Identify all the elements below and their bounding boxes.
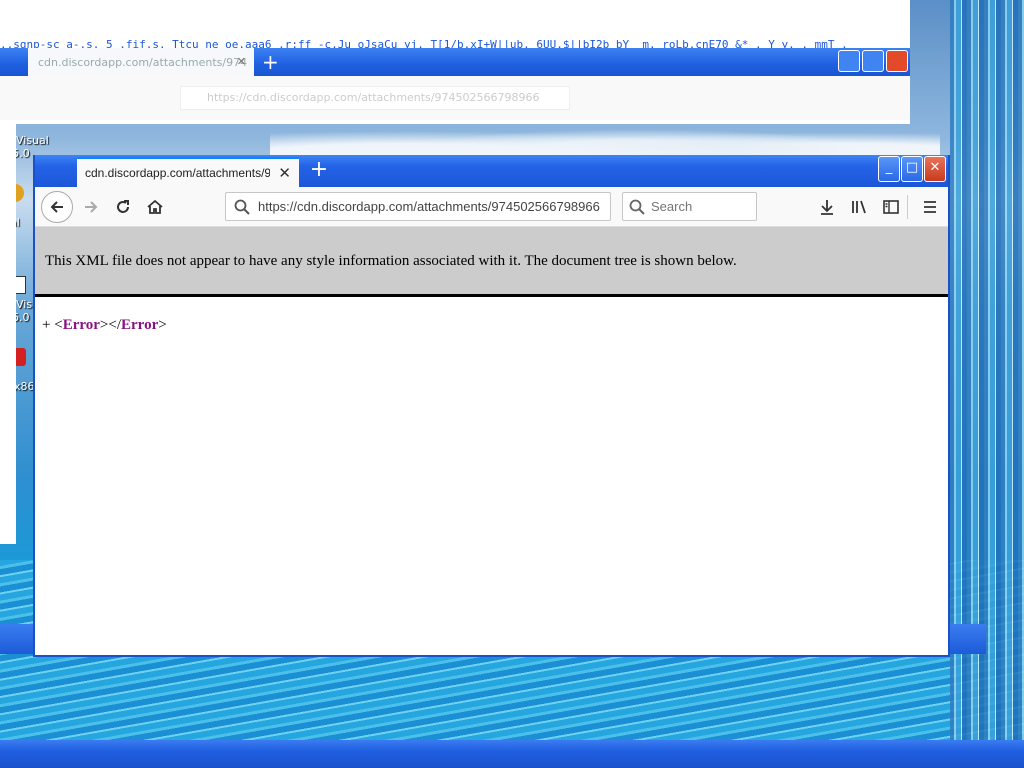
arrow-left-icon: [50, 201, 63, 213]
tab-active[interactable]: cdn.discordapp.com/attachments/9745 ✕: [77, 157, 299, 187]
background-minimize-button[interactable]: [838, 50, 860, 72]
new-tab-button[interactable]: +: [307, 158, 331, 184]
library-button[interactable]: [847, 195, 871, 219]
xml-tag-name: Error: [62, 317, 100, 333]
window-titlebar[interactable]: cdn.discordapp.com/attachments/9745 ✕ + …: [35, 155, 948, 187]
xml-toggle-button[interactable]: +: [42, 317, 50, 333]
search-icon: [234, 199, 250, 215]
home-icon: [147, 199, 163, 214]
search-input[interactable]: [651, 199, 751, 214]
background-maximize-button[interactable]: [862, 50, 884, 72]
close-window-button[interactable]: ✕: [924, 156, 946, 182]
xml-style-notice: This XML file does not appear to have an…: [35, 227, 948, 297]
library-icon: [852, 200, 866, 214]
background-close-button[interactable]: [886, 50, 908, 72]
desktop-icon-label[interactable]: Visual: [16, 134, 49, 147]
reload-button[interactable]: [107, 191, 139, 223]
xml-close-tag-name: Error: [121, 317, 159, 333]
xml-close-end: >: [158, 317, 167, 333]
browser-window: cdn.discordapp.com/attachments/9745 ✕ + …: [33, 155, 950, 657]
toolbar-divider: [907, 195, 908, 219]
window-controls: _ □ ✕: [878, 156, 946, 182]
close-icon[interactable]: ✕: [237, 55, 246, 68]
downloads-button[interactable]: [815, 195, 839, 219]
taskbar[interactable]: [0, 740, 1024, 768]
download-icon: [821, 200, 833, 215]
tab-title: cdn.discordapp.com/attachments/9745: [85, 166, 271, 180]
sidebar-button[interactable]: [879, 195, 903, 219]
reload-icon: [117, 200, 129, 213]
background-new-tab-button[interactable]: +: [262, 50, 279, 74]
background-tab[interactable]: cdn.discordapp.com/attachments/974 ✕: [28, 48, 254, 76]
minimize-button[interactable]: _: [878, 156, 900, 182]
close-tab-icon[interactable]: ✕: [278, 164, 291, 182]
maximize-button[interactable]: □: [901, 156, 923, 182]
background-window-edge: [0, 124, 16, 544]
hamburger-menu-icon: [924, 201, 936, 213]
sidebar-icon: [883, 200, 899, 214]
background-window-controls: [838, 50, 908, 72]
url-text: https://cdn.discordapp.com/attachments/9…: [258, 199, 600, 214]
url-bar[interactable]: https://cdn.discordapp.com/attachments/9…: [225, 192, 611, 221]
xml-document-tree: + <Error></Error>: [42, 317, 167, 334]
xml-close-bracket: </: [108, 317, 122, 333]
arrow-right-icon: [85, 201, 98, 213]
search-icon: [629, 199, 645, 215]
home-button[interactable]: [139, 191, 171, 223]
desktop-icon-label[interactable]: x86: [14, 380, 35, 393]
xml-open-bracket: <: [54, 317, 63, 333]
background-url-bar[interactable]: https://cdn.discordapp.com/attachments/9…: [180, 86, 570, 110]
background-tab-title: cdn.discordapp.com/attachments/974: [38, 56, 248, 69]
menu-button[interactable]: [918, 195, 942, 219]
search-bar[interactable]: [622, 192, 757, 221]
navigation-toolbar: https://cdn.discordapp.com/attachments/9…: [35, 187, 948, 227]
page-content: This XML file does not appear to have an…: [35, 227, 948, 655]
back-button[interactable]: [41, 191, 73, 223]
forward-button[interactable]: [75, 191, 107, 223]
